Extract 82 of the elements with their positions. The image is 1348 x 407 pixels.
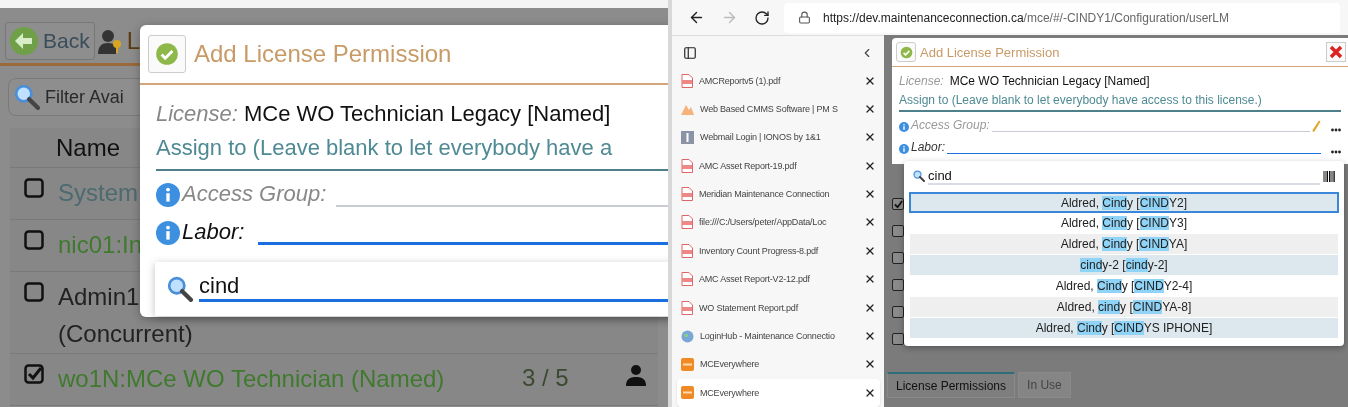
table-cell: (Concurrent) — [58, 319, 193, 348]
browser-tab[interactable]: AMC Asset Report-V2-12.pdf — [677, 265, 880, 294]
field-label: Labor: — [911, 140, 946, 155]
pdf-file-icon — [681, 272, 693, 287]
license-label: License: — [899, 74, 944, 89]
pdf-file-icon — [681, 158, 693, 173]
field-label: Labor: — [182, 219, 245, 245]
assign-note: Assign to (Leave blank to let everybody have access to this license.) — [899, 93, 1262, 108]
browser-tab[interactable]: MCEverywhere — [677, 350, 880, 379]
search-icon — [913, 170, 925, 183]
browser-tab[interactable]: file:///C:/Users/peter/AppData/Loc — [677, 208, 880, 237]
pdf-file-icon — [681, 215, 693, 230]
checkbox[interactable] — [892, 252, 904, 265]
pdf-file-icon — [681, 300, 693, 315]
license-value: MCe WO Technician Legacy [Named] — [243, 101, 611, 127]
result-item[interactable]: Aldred, cindy [CINDYA-8] — [909, 297, 1339, 319]
checkbox[interactable] — [892, 306, 904, 319]
refresh-icon — [754, 9, 770, 26]
checkbox[interactable] — [24, 364, 44, 384]
table-cell: System — [58, 178, 138, 207]
browser-tab[interactable]: Web Based CMMS Software | PM S — [677, 94, 880, 124]
url-text: https://dev.maintenanceconnection.ca/mce/#/-CINDY1/Configuration/userLM — [823, 10, 1229, 25]
license-label: License: — [156, 101, 238, 127]
search-field[interactable]: cind — [928, 167, 1320, 185]
info-icon[interactable] — [156, 183, 180, 207]
pdf-file-icon — [681, 73, 693, 88]
checkbox[interactable] — [24, 178, 44, 198]
browser-tab[interactable]: Meridian Maintenance Connection — [677, 179, 880, 209]
result-item[interactable]: Aldred, Cindy [CINDY2] — [909, 192, 1339, 214]
browser-tab[interactable]: LoginHub - Maintenance Connectio — [677, 321, 880, 351]
browser-tab[interactable]: AMC Asset Report-19.pdf — [677, 151, 880, 180]
more-icon[interactable] — [1331, 128, 1341, 133]
info-icon[interactable] — [899, 122, 909, 133]
more-icon[interactable] — [1331, 150, 1341, 155]
result-item[interactable]: cindy-2 [cindy-2] — [909, 255, 1339, 277]
browser-tab[interactable]: AMCReportv5 (1).pdf — [677, 66, 880, 95]
barcode-icon[interactable] — [1323, 170, 1335, 182]
search-icon — [14, 84, 40, 110]
checkbox[interactable] — [892, 225, 904, 238]
checkbox[interactable] — [24, 282, 44, 302]
app-icon — [681, 386, 694, 400]
check-icon — [155, 42, 179, 66]
result-item[interactable]: Aldred, Cindy [CINDYA] — [909, 234, 1339, 256]
page-title: L — [126, 26, 141, 55]
checkbox[interactable] — [892, 279, 904, 292]
dialog-title: Add License Permission — [920, 44, 1060, 60]
checkbox[interactable] — [892, 333, 904, 346]
address-bar[interactable]: https://dev.maintenanceconnection.ca/mce/#/-CINDY1/Configuration/userLM — [784, 2, 1340, 33]
check-icon — [899, 45, 913, 59]
result-item[interactable]: Aldred, Cindy [CINDYS IPHONE] — [909, 318, 1339, 340]
table-cell: Admin1 — [58, 282, 140, 311]
lock-icon — [798, 11, 811, 25]
column-header[interactable]: Name — [56, 133, 121, 162]
browser-tab[interactable]: Webmail Login | IONOS by 1&1 — [677, 123, 880, 152]
checkbox[interactable] — [892, 198, 904, 211]
table-cell: wo1N:MCe WO Technician (Named) — [58, 364, 445, 393]
close-icon — [1329, 45, 1343, 60]
assign-note: Assign to (Leave blank to let everybody have a — [156, 135, 613, 161]
browser-tab[interactable]: Inventory Count Progress-8.pdf — [677, 236, 880, 266]
field-label: Access Group: — [911, 118, 990, 133]
user-key-icon — [97, 27, 124, 54]
checkbox[interactable] — [24, 230, 44, 250]
globe-icon — [681, 329, 694, 343]
close-button[interactable] — [1326, 42, 1346, 63]
table-cell-text: 3 / 5 — [522, 364, 570, 392]
user-icon — [626, 364, 646, 386]
tab[interactable]: License Permissions — [887, 372, 1016, 398]
browser-tab[interactable]: WO Statement Report.pdf — [677, 293, 880, 322]
pdf-file-icon — [681, 243, 693, 258]
info-icon[interactable] — [156, 221, 180, 245]
app-icon — [681, 357, 694, 371]
close-icon — [864, 330, 876, 342]
mail-site-icon — [681, 130, 694, 144]
info-icon[interactable] — [899, 144, 909, 155]
license-value: MCe WO Technician Legacy [Named] — [949, 74, 1150, 89]
table-cell: nic01:In — [58, 230, 143, 259]
field-label: Access Group: — [182, 181, 327, 207]
browser-tab[interactable]: MCEverywhere — [677, 378, 880, 407]
sidebar-icon — [683, 46, 697, 61]
search-icon — [167, 276, 193, 302]
pdf-file-icon — [681, 187, 693, 202]
dialog-title: Add License Permission — [194, 40, 452, 68]
